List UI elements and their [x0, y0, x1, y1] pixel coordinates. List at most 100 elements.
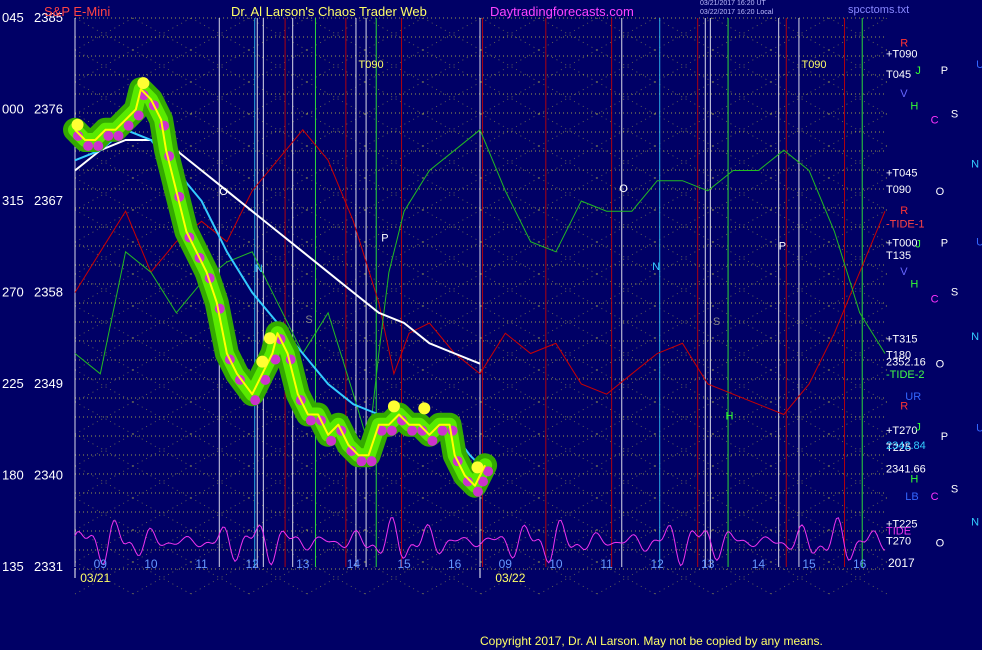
hour-tick-label: 12	[651, 557, 665, 571]
planet-label: S	[951, 286, 958, 298]
website-link[interactable]: Daytradingforecasts.com	[490, 4, 634, 19]
price-axis-label: 2331	[34, 559, 63, 574]
planet-label: U	[976, 423, 982, 435]
price-highlight-dot	[71, 118, 84, 131]
planet-label: N	[971, 158, 979, 170]
planet-label: H	[910, 474, 918, 486]
level-label: -TIDE-2	[886, 369, 925, 381]
price-axis-label: 2340	[34, 468, 63, 483]
hour-tick-label: 13	[296, 557, 310, 571]
planet-label: O	[936, 538, 945, 550]
price-bar-dot	[366, 456, 377, 467]
left-angle-label: 270	[2, 285, 24, 300]
price-axis-label: 2376	[34, 102, 63, 117]
level-label: +T270	[886, 425, 918, 437]
planet-label: N	[971, 516, 979, 528]
copyright-notice: Copyright 2017, Dr. Al Larson. May not b…	[480, 634, 823, 648]
level-label: +T090	[886, 49, 918, 61]
planet-label: U	[976, 237, 982, 249]
left-angle-label: 225	[2, 376, 24, 391]
price-bar-dot	[93, 141, 104, 151]
planet-label: S	[951, 484, 958, 496]
hour-tick-label: 10	[144, 557, 158, 571]
event-label: O	[619, 183, 628, 195]
symbol-title: S&P E-Mini	[44, 4, 111, 19]
chart-title: Dr. Al Larson's Chaos Trader Web	[231, 4, 427, 19]
event-label: P	[381, 233, 388, 245]
price-bar-dot	[437, 425, 448, 436]
hour-tick-label: 16	[448, 557, 462, 571]
date-tick-label: 03/21	[80, 571, 110, 585]
level-label: 2342.84	[886, 440, 926, 452]
left-angle-label: 135	[2, 559, 24, 574]
price-bar-dot	[83, 141, 94, 151]
price-bar-dot	[250, 395, 261, 406]
level-label: 2352.16	[886, 357, 926, 369]
price-highlight-dot	[263, 332, 276, 345]
hour-tick-label: 09	[94, 557, 108, 571]
level-label: T270	[886, 536, 911, 548]
hour-tick-label: 15	[397, 557, 411, 571]
event-label: N	[652, 261, 660, 273]
left-angle-label: 180	[2, 468, 24, 483]
hour-tick-label: 09	[499, 557, 513, 571]
price-bar-dot	[214, 303, 225, 314]
planet-label: V	[900, 88, 908, 100]
planet-label: LB	[905, 491, 918, 503]
left-angle-label: 045	[2, 10, 24, 25]
price-axis-label: 2367	[34, 193, 63, 208]
planet-label: H	[910, 100, 918, 112]
planet-label: V	[900, 266, 908, 278]
planet-label: C	[931, 115, 939, 127]
level-label: T090	[886, 184, 911, 196]
event-label: H	[726, 411, 734, 423]
price-axis-label: 2349	[34, 376, 63, 391]
chart-labels: +T090 T045 +T045 T090 -TIDE-1 +T000T135 +T315 T…	[219, 37, 982, 549]
event-label: S	[713, 316, 720, 328]
hour-tick-label: 14	[347, 557, 361, 571]
price-bar-dot	[113, 130, 124, 141]
left-angle-label: 000	[2, 102, 24, 117]
level-label: +T000	[886, 238, 918, 250]
hour-tick-label: 11	[600, 557, 613, 571]
geometry-grid	[74, 17, 888, 595]
price-bar-dot	[326, 435, 337, 446]
diagonal-grid-dots	[74, 17, 888, 595]
planet-label: R	[900, 37, 908, 49]
level-label: -TIDE-1	[886, 218, 925, 230]
price-bar-dot	[386, 425, 397, 436]
event-label: N	[255, 263, 263, 275]
price-axis-label: 2358	[34, 285, 63, 300]
date-tick-label: 03/22	[495, 571, 525, 585]
event-label: O	[219, 186, 228, 198]
price-bar-dot	[407, 425, 418, 436]
level-label: +T315	[886, 333, 918, 345]
hour-tick-label: 15	[802, 557, 816, 571]
price-bar-dot	[123, 120, 134, 131]
planet-label: C	[931, 294, 939, 306]
planet-label: P	[941, 65, 948, 77]
price-bar-dot	[356, 456, 367, 467]
hour-tick-label: 14	[752, 557, 766, 571]
event-label: P	[779, 241, 786, 253]
planet-label: C	[931, 491, 939, 503]
level-label: T045	[886, 69, 911, 81]
planet-label: R	[900, 205, 908, 217]
price-bar-dot	[133, 110, 144, 121]
price-highlight-dot	[418, 402, 431, 415]
price-highlight-dot	[471, 461, 484, 474]
price-bar-dot	[103, 130, 114, 141]
planet-label: R	[900, 400, 908, 412]
hour-tick-label: 13	[701, 557, 715, 571]
price-highlight-dot	[387, 400, 400, 413]
level-label: T135	[886, 250, 911, 262]
chart-filename: spcctoms.txt	[848, 4, 910, 16]
price-bar-dot	[472, 486, 483, 497]
timestamp-line-1: 03/21/2017 16:20 UT	[700, 0, 766, 7]
planet-label: P	[941, 431, 948, 443]
ephemeris-chart: 045 2385000 2376315 2367270 2358225 2349180 23…	[2, 10, 982, 595]
planet-label: S	[951, 109, 958, 121]
price-bar-dot	[305, 415, 316, 426]
planet-label: J	[915, 422, 921, 434]
planet-label: N	[971, 331, 979, 343]
